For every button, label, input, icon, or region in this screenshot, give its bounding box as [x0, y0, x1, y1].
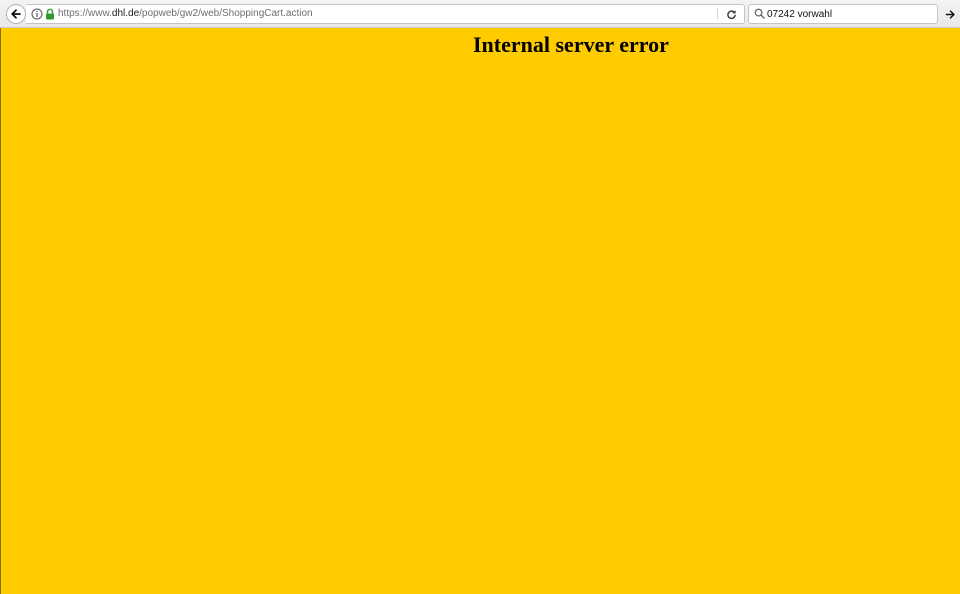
- url-path: /popweb/gw2/web/ShoppingCart.action: [139, 8, 313, 19]
- back-button[interactable]: [6, 4, 26, 24]
- url-bar[interactable]: https://www.dhl.de/popweb/gw2/web/Shoppi…: [26, 4, 745, 24]
- magnifier-icon: [754, 8, 765, 19]
- search-go-button[interactable]: [944, 7, 956, 21]
- info-icon[interactable]: [31, 8, 43, 20]
- browser-toolbar: https://www.dhl.de/popweb/gw2/web/Shoppi…: [0, 0, 960, 28]
- lock-icon[interactable]: [45, 8, 55, 20]
- url-text[interactable]: https://www.dhl.de/popweb/gw2/web/Shoppi…: [58, 5, 313, 23]
- back-arrow-icon: [11, 9, 21, 19]
- reload-button[interactable]: [724, 7, 738, 21]
- go-arrow-icon: [945, 9, 955, 19]
- page-content: Internal server error: [0, 28, 960, 594]
- url-host: dhl.de: [111, 8, 140, 19]
- error-heading: Internal server error: [473, 32, 669, 57]
- search-input[interactable]: [767, 6, 932, 22]
- url-separator: [717, 8, 718, 20]
- reload-icon: [726, 9, 736, 19]
- url-prefix: https://www.: [58, 8, 112, 19]
- search-bar[interactable]: [748, 4, 938, 24]
